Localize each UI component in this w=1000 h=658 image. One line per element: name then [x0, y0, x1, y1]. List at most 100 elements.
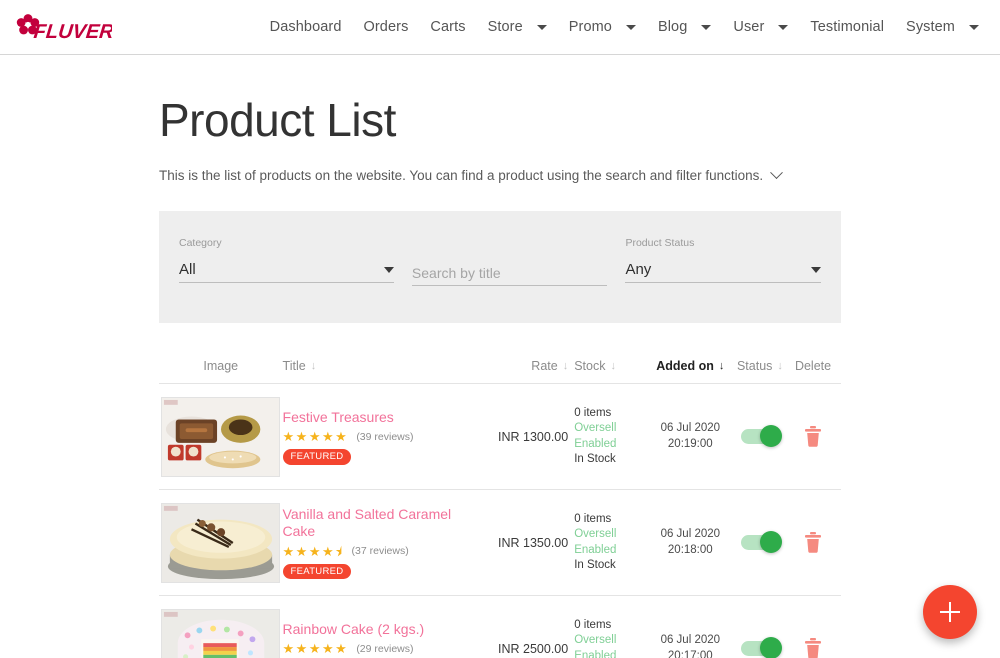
stock-oversell: Oversell — [574, 528, 617, 540]
featured-badge[interactable]: FEATURED — [282, 449, 352, 465]
top-navbar: FLUVER Dashboard Orders Carts Store Prom… — [0, 0, 1000, 55]
filter-panel: Category All Search by title Product Sta… — [159, 211, 841, 323]
product-thumbnail[interactable] — [161, 502, 281, 583]
chevron-down-icon — [625, 24, 636, 30]
nav-item-carts[interactable]: Carts — [419, 0, 476, 55]
stock-state: In Stock — [574, 453, 616, 465]
product-image-cell — [159, 396, 283, 477]
featured-badge[interactable]: FEATURED — [282, 563, 352, 580]
added-date: 06 Jul 2020 — [660, 634, 721, 646]
table-row: Festive Treasures ★★★★★ (39 reviews) FEA… — [159, 383, 841, 489]
product-title-cell: Rainbow Cake (2 kgs.) ★★★★★ (29 reviews)… — [283, 621, 488, 658]
nav-item-store[interactable]: Store — [477, 0, 558, 55]
delete-button[interactable] — [804, 532, 822, 553]
added-date: 06 Jul 2020 — [660, 528, 721, 540]
star-rating-icon: ★★★★★ — [282, 429, 349, 444]
added-time: 20:17:00 — [667, 649, 713, 658]
nav-item-orders[interactable]: Orders — [353, 0, 420, 55]
filter-search: Search by title — [411, 233, 608, 286]
plus-icon — [948, 602, 952, 622]
product-status-cell — [731, 637, 785, 658]
product-added-cell: 06 Jul 2020 20:19:00 — [642, 421, 731, 452]
column-label: Delete — [794, 359, 832, 373]
status-toggle[interactable] — [740, 425, 782, 447]
product-rate: INR 1350.00 — [498, 535, 569, 550]
review-count: (37 reviews) — [351, 545, 409, 558]
toggle-knob — [759, 425, 782, 447]
nav-label: Testimonial — [810, 19, 885, 35]
stock-oversell-state: Enabled — [574, 437, 617, 450]
nav-item-system[interactable]: System — [895, 0, 990, 55]
product-delete-cell — [785, 532, 841, 553]
product-status-cell — [731, 425, 785, 447]
sort-desc-icon: ↓ — [718, 359, 725, 372]
product-thumbnail[interactable] — [161, 396, 281, 477]
filter-category: Category All — [179, 233, 394, 283]
nav-item-promo[interactable]: Promo — [558, 0, 647, 55]
stock-state: In Stock — [574, 559, 616, 571]
nav-item-blog[interactable]: Blog — [647, 0, 722, 55]
product-rate: INR 1300.00 — [498, 429, 569, 444]
column-header-title[interactable]: Title ↓ — [283, 359, 488, 373]
chevron-down-icon — [701, 24, 712, 30]
page-description-text: This is the list of products on the webs… — [159, 168, 764, 183]
product-delete-cell — [785, 638, 841, 658]
category-select[interactable]: All — [179, 257, 394, 283]
search-input-placeholder: Search by title — [411, 264, 501, 281]
nav-item-user[interactable]: User — [722, 0, 799, 55]
nav-label: Promo — [568, 19, 612, 35]
star-rating-icon: ★★★★★ — [282, 641, 349, 656]
chevron-down-icon — [969, 24, 979, 30]
status-select[interactable]: Any — [625, 257, 821, 283]
nav-label: System — [906, 19, 955, 35]
column-label: Title — [282, 359, 306, 373]
stock-oversell: Oversell — [574, 634, 617, 646]
status-toggle[interactable] — [740, 637, 782, 658]
nav-item-dashboard[interactable]: Dashboard — [259, 0, 353, 55]
search-input-wrap[interactable]: Search by title — [411, 260, 608, 286]
primary-nav: Dashboard Orders Carts Store Promo Blog … — [259, 0, 990, 55]
column-label: Added on — [656, 359, 714, 373]
chevron-down-icon[interactable] — [770, 166, 783, 180]
filter-status: Product Status Any — [625, 233, 821, 283]
delete-button[interactable] — [804, 426, 822, 447]
added-time: 20:18:00 — [667, 543, 713, 556]
brand-logo[interactable]: FLUVER — [14, 7, 112, 47]
stock-items: 0 items — [574, 406, 612, 419]
nav-item-testimonial[interactable]: Testimonial — [799, 0, 895, 55]
column-header-image: Image — [159, 359, 283, 373]
product-title-link[interactable]: Vanilla and Salted Caramel Cake — [283, 506, 488, 541]
product-title-link[interactable]: Rainbow Cake (2 kgs.) — [283, 621, 425, 639]
column-label: Image — [203, 359, 239, 373]
column-header-delete: Delete — [785, 359, 841, 373]
column-header-added-on[interactable]: Added on ↓ — [642, 359, 731, 373]
content-column: Product List This is the list of product… — [159, 97, 841, 658]
add-product-fab[interactable] — [923, 585, 977, 639]
product-added-cell: 06 Jul 2020 20:17:00 — [642, 633, 731, 658]
star-rating-icon: ★★★★⯨ — [282, 543, 344, 559]
product-added-cell: 06 Jul 2020 20:18:00 — [642, 527, 731, 558]
added-time: 20:19:00 — [667, 437, 713, 450]
product-rate: INR 2500.00 — [498, 641, 569, 656]
nav-label: Carts — [430, 19, 466, 35]
review-count: (29 reviews) — [356, 642, 414, 655]
column-header-rate[interactable]: Rate ↓ — [487, 359, 568, 373]
nav-label: Dashboard — [269, 19, 342, 35]
product-title-link[interactable]: Festive Treasures — [283, 409, 394, 427]
status-toggle[interactable] — [740, 531, 782, 553]
stock-items: 0 items — [574, 512, 612, 525]
status-selected-value: Any — [625, 261, 652, 278]
delete-button[interactable] — [804, 638, 822, 658]
column-header-stock[interactable]: Stock ↓ — [568, 359, 642, 373]
product-stock-cell: 0 items Oversell Enabled In Stock — [568, 618, 642, 658]
nav-label: Store — [487, 19, 523, 35]
product-image-cell — [159, 608, 283, 658]
column-label: Status — [736, 359, 773, 373]
product-thumbnail[interactable] — [161, 608, 281, 658]
chevron-down-icon — [383, 266, 394, 273]
column-header-status[interactable]: Status ↓ — [731, 359, 785, 373]
chevron-down-icon — [811, 266, 821, 273]
table-header-row: Image Title ↓ Rate ↓ Stock ↓ Added on ↓ — [159, 349, 841, 383]
review-count: (39 reviews) — [356, 430, 414, 443]
column-label: Rate — [531, 359, 558, 373]
